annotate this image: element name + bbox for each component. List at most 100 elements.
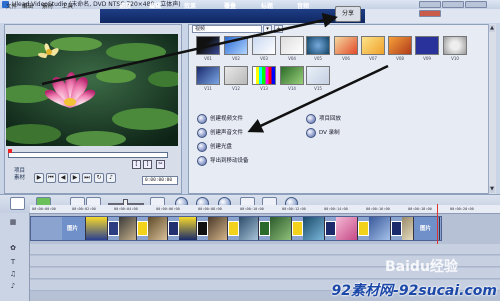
library-thumb[interactable] [306, 36, 330, 55]
transition-icon[interactable] [259, 221, 270, 236]
mark-out-button[interactable]: ] [143, 160, 152, 169]
video-track-icon[interactable]: ▦ [4, 218, 22, 227]
timeline-clip[interactable] [402, 217, 414, 240]
overlay-track-icon[interactable]: ✿ [4, 244, 22, 253]
minimize-button[interactable] [442, 1, 464, 8]
timeline-clip[interactable] [239, 217, 259, 240]
volume-icon[interactable]: ♪ [106, 173, 116, 183]
transition-icon[interactable] [197, 221, 208, 236]
transition-icon[interactable] [228, 221, 239, 236]
scroll-up-icon[interactable]: ▲ [489, 25, 495, 32]
video-file-icon [197, 114, 207, 124]
menu-tools[interactable]: 工具 [62, 1, 73, 13]
library-dropdown[interactable]: 视频 [192, 25, 262, 33]
timeline-clip[interactable] [303, 217, 325, 240]
transition-icon[interactable] [108, 221, 119, 236]
baidu-watermark: Baidu经验 [385, 259, 458, 275]
transition-icon[interactable] [391, 221, 402, 236]
scrubber-handle[interactable] [8, 149, 12, 153]
library-thumb[interactable] [224, 36, 248, 55]
transition-icon[interactable] [137, 221, 148, 236]
ruler-tick: 00:00:00:00 [32, 207, 56, 211]
tab-overlay[interactable]: 覆叠 [215, 0, 245, 14]
share-option-label: 项目回放 [319, 116, 342, 122]
thumb-label: V12 [232, 86, 240, 91]
transition-icon[interactable] [358, 221, 369, 236]
mode-clip[interactable]: 素材 [14, 175, 25, 182]
timeline-clip[interactable]: 图片 [62, 217, 86, 240]
preview-scrubber[interactable] [8, 152, 168, 158]
timeline-clip[interactable] [119, 217, 137, 240]
prev-frame-icon[interactable]: ◀ [58, 173, 68, 183]
timeline-clip[interactable] [369, 217, 391, 240]
library-thumb[interactable] [334, 36, 358, 55]
tab-edit[interactable]: 编辑 [140, 0, 170, 14]
menu-edit[interactable]: 编辑 [22, 1, 33, 13]
timeline-clip[interactable] [270, 217, 292, 240]
timeline-clip[interactable] [179, 217, 197, 240]
storyboard-view-icon[interactable] [10, 197, 25, 210]
menu-clip[interactable]: 素材 [42, 1, 53, 13]
ruler-tick: 00:00:14:00 [324, 207, 348, 211]
transition-icon[interactable] [325, 221, 336, 236]
play-icon[interactable]: ▶ [34, 173, 44, 183]
library-thumb[interactable] [443, 36, 467, 55]
library-thumb[interactable] [280, 66, 304, 85]
library-dropdown-arrow-icon[interactable]: ▾ [263, 25, 272, 33]
share-option-label: 创建光盘 [210, 144, 233, 150]
library-scrollbar[interactable] [488, 24, 496, 194]
timeline-clip[interactable] [86, 217, 108, 240]
maximize-button[interactable] [465, 1, 487, 8]
tab-effect[interactable]: 效果 [175, 0, 205, 14]
title-track-icon[interactable]: T [4, 258, 22, 267]
library-thumb[interactable] [252, 36, 276, 55]
thumb-label: V10 [451, 56, 459, 61]
ruler-tick: 00:00:12:00 [282, 207, 306, 211]
ruler-tick: 00:00:10:00 [240, 207, 264, 211]
ruler-tick: 00:00:06:00 [156, 207, 180, 211]
share-option-label: 创建视频文件 [210, 116, 244, 122]
library-thumb[interactable] [196, 36, 220, 55]
library-thumb[interactable] [252, 66, 276, 85]
tab-share[interactable]: 分享 [335, 6, 361, 22]
timeline-clip[interactable] [148, 217, 168, 240]
clip-label: 图片 [420, 226, 432, 232]
voice-track-icon[interactable]: ♫ [4, 270, 22, 279]
library-thumb[interactable] [306, 66, 330, 85]
ruler-tick: 00:00:04:00 [114, 207, 138, 211]
library-thumb[interactable] [224, 66, 248, 85]
timecode-display[interactable]: 0:00:00:00 [142, 176, 178, 185]
tab-title[interactable]: 标题 [252, 0, 282, 14]
library-add-button[interactable]: + [274, 25, 283, 33]
timeline-ruler[interactable]: 00:00:00:00 00:00:02:00 00:00:04:00 00:0… [30, 205, 500, 214]
ruler-tick: 00:00:20:00 [450, 207, 474, 211]
library-thumb[interactable] [415, 36, 439, 55]
music-track-icon[interactable]: ♪ [4, 282, 22, 291]
thumb-label: V06 [342, 56, 350, 61]
repeat-icon[interactable]: ↻ [94, 173, 104, 183]
timeline-playhead[interactable] [437, 204, 438, 244]
scroll-down-icon[interactable]: ▼ [489, 186, 495, 193]
end-icon[interactable]: ⏭ [82, 173, 92, 183]
next-frame-icon[interactable]: ▶ [70, 173, 80, 183]
timeline-clip[interactable] [336, 217, 358, 240]
library-thumb[interactable] [388, 36, 412, 55]
close-button[interactable] [419, 10, 441, 17]
overlay-track[interactable] [30, 244, 500, 255]
menu-file[interactable]: 文件 [6, 1, 17, 13]
ruler-tick: 00:00:18:00 [408, 207, 432, 211]
home-icon[interactable]: ⏮ [46, 173, 56, 183]
library-thumb[interactable] [196, 66, 220, 85]
tab-capture[interactable]: 捕获 [110, 0, 140, 14]
mode-project[interactable]: 项目 [14, 168, 25, 175]
transition-icon[interactable] [292, 221, 303, 236]
library-thumb[interactable] [280, 36, 304, 55]
tab-audio[interactable]: 音频 [288, 0, 318, 14]
cut-clip-button[interactable]: ✂ [156, 160, 165, 169]
thumb-label: V15 [314, 86, 322, 91]
mark-in-button[interactable]: [ [132, 160, 141, 169]
timeline-clip[interactable] [208, 217, 228, 240]
transition-icon[interactable] [168, 221, 179, 236]
help-button[interactable] [419, 1, 441, 8]
library-thumb[interactable] [361, 36, 385, 55]
